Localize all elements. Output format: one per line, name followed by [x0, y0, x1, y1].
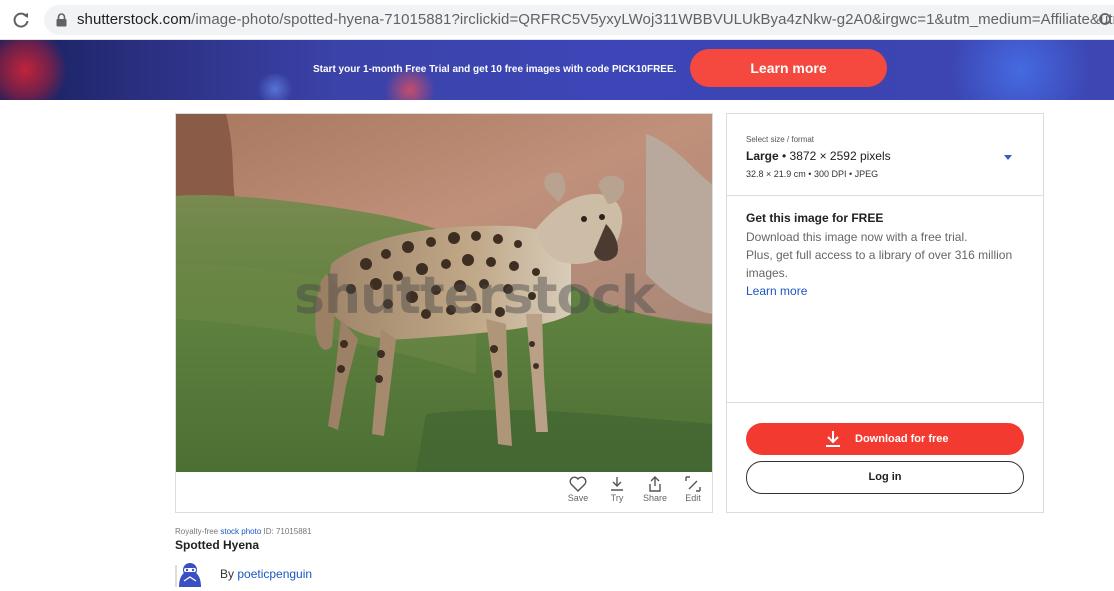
offer-heading: Get this image for FREE	[746, 211, 884, 225]
size-selected-value: Large • 3872 × 2592 pixels	[746, 149, 891, 163]
size-format-select[interactable]: Select size / format Large • 3872 × 2592…	[727, 114, 1043, 196]
meta-prefix: Royalty-free	[175, 527, 221, 536]
paint-splash-decoration	[0, 40, 70, 100]
paint-splash-decoration	[930, 40, 1110, 100]
learn-more-button[interactable]: Learn more	[690, 49, 887, 87]
photo-container: shutterstock Save Try Share Edit	[175, 113, 713, 513]
stock-photo-link[interactable]: stock photo	[220, 527, 261, 536]
photo-toolbar: Save Try Share Edit	[176, 472, 712, 512]
image-title: Spotted Hyena	[175, 538, 260, 552]
url-text[interactable]: shutterstock.com/image-photo/spotted-hye…	[77, 11, 1114, 28]
free-offer: Get this image for FREE Download this im…	[746, 211, 1036, 300]
download-for-free-button[interactable]: Download for free	[746, 423, 1024, 455]
offer-learn-more-link[interactable]: Learn more	[746, 282, 1036, 300]
promo-text: Start your 1-month Free Trial and get 10…	[313, 64, 677, 75]
try-button[interactable]: Try	[600, 476, 634, 510]
offer-text: Download this image now with a free tria…	[746, 228, 1036, 282]
offer-line-1: Download this image now with a free tria…	[746, 230, 968, 244]
share-label: Share	[642, 493, 668, 503]
author-link[interactable]: poeticpenguin	[237, 567, 312, 581]
avatar[interactable]	[175, 561, 205, 587]
offer-line-2: Plus, get full access to a library of ov…	[746, 248, 1013, 280]
size-select-label: Select size / format	[746, 135, 815, 144]
size-name: Large	[746, 149, 779, 163]
share-button[interactable]: Share	[638, 476, 672, 510]
download-icon	[611, 477, 623, 491]
edit-label: Edit	[685, 493, 701, 503]
reload-icon[interactable]	[12, 11, 30, 29]
lock-icon[interactable]	[56, 13, 67, 27]
chevron-down-icon[interactable]	[1004, 155, 1012, 160]
size-spec: 32.8 × 21.9 cm • 300 DPI • JPEG	[746, 169, 879, 179]
save-label: Save	[567, 493, 589, 503]
save-button[interactable]: Save	[561, 476, 595, 510]
watermark-text: shutterstock	[294, 266, 656, 326]
image-meta: Royalty-free stock photo ID: 71015881	[175, 527, 312, 536]
edit-icon	[685, 476, 701, 492]
image-id: ID: 71015881	[261, 527, 312, 536]
promo-banner: Start your 1-month Free Trial and get 10…	[0, 40, 1114, 100]
divider	[727, 402, 1043, 403]
log-in-button[interactable]: Log in	[746, 461, 1024, 494]
paint-splash-decoration	[255, 74, 295, 100]
author-byline: By poeticpenguin	[220, 567, 312, 581]
browser-address-bar: shutterstock.com/image-photo/spotted-hye…	[0, 0, 1114, 40]
search-icon[interactable]	[1098, 12, 1114, 28]
download-icon	[826, 431, 840, 447]
by-prefix: By	[220, 567, 238, 581]
url-path: /image-photo/spotted-hyena-71015881?ircl…	[191, 11, 1114, 28]
purchase-panel: Select size / format Large • 3872 × 2592…	[726, 113, 1044, 513]
try-label: Try	[610, 493, 624, 503]
hyena-photo[interactable]: shutterstock	[176, 114, 712, 472]
size-dimensions: • 3872 × 2592 pixels	[778, 149, 891, 163]
download-label: Download for free	[855, 433, 949, 445]
edit-button[interactable]: Edit	[676, 476, 710, 510]
share-icon	[649, 476, 661, 492]
heart-icon	[569, 476, 587, 492]
url-host: shutterstock.com	[77, 11, 192, 28]
